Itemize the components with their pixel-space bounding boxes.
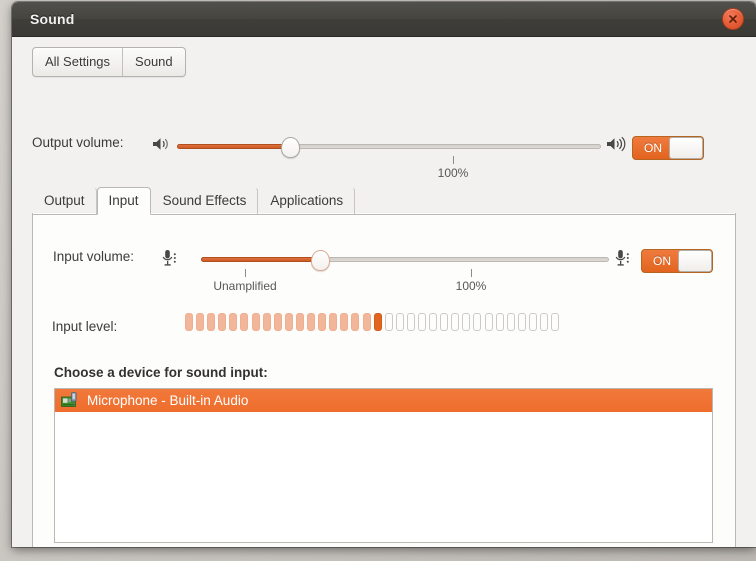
close-icon[interactable]	[722, 8, 744, 30]
tab-applications[interactable]: Applications	[258, 187, 356, 214]
sound-card-icon	[61, 392, 80, 409]
input-level-segment	[384, 313, 393, 331]
input-level-segment	[484, 313, 493, 331]
window-titlebar: Sound	[12, 2, 756, 37]
input-level-segment	[240, 313, 249, 331]
tab-input[interactable]: Input	[96, 187, 151, 215]
input-level-segment	[262, 313, 271, 331]
window-title: Sound	[30, 11, 75, 27]
input-level-segment	[406, 313, 415, 331]
input-level-segment	[462, 313, 471, 331]
input-level-meter	[185, 313, 560, 331]
input-level-segment	[196, 313, 205, 331]
input-level-segment	[395, 313, 404, 331]
input-level-segment	[329, 313, 338, 331]
microphone-high-icon	[614, 249, 634, 270]
input-level-segment	[373, 313, 382, 331]
breadcrumb-sound[interactable]: Sound	[122, 48, 185, 76]
input-level-segment	[218, 313, 227, 331]
device-list-item-microphone[interactable]: Microphone - Built-in Audio	[55, 389, 712, 412]
sound-notebook: Output Input Sound Effects Applications …	[32, 187, 736, 547]
input-level-segment	[207, 313, 216, 331]
input-tab-panel: Input volume: Unamplified 100% ON Input …	[32, 213, 736, 547]
input-slider-tick-unamplified	[245, 269, 246, 277]
input-slider-knob[interactable]	[311, 250, 330, 271]
input-level-segment	[295, 313, 304, 331]
input-level-segment	[540, 313, 548, 331]
input-slider-fill	[201, 257, 319, 262]
input-level-segment	[417, 313, 426, 331]
input-level-segment	[307, 313, 316, 331]
input-level-label: Input level:	[52, 319, 118, 334]
input-level-segment	[251, 313, 260, 331]
input-level-segment	[473, 313, 482, 331]
output-volume-toggle[interactable]: ON	[632, 136, 704, 160]
input-level-segment	[440, 313, 449, 331]
output-slider-tick-label: 100%	[437, 166, 469, 180]
breadcrumb-all-settings[interactable]: All Settings	[33, 48, 122, 76]
input-level-segment	[506, 313, 515, 331]
input-volume-row: Input volume: Unamplified 100% ON	[33, 241, 735, 293]
device-chooser-label: Choose a device for sound input:	[54, 365, 268, 380]
input-level-segment	[362, 313, 371, 331]
input-level-segment	[229, 313, 238, 331]
output-slider-fill	[177, 144, 289, 149]
output-toggle-label: ON	[644, 141, 662, 155]
input-level-segment	[551, 313, 560, 331]
close-x-glyph	[729, 15, 737, 23]
input-level-segment	[495, 313, 504, 331]
window-body: All Settings Sound Output volume: 100% O…	[12, 37, 756, 547]
breadcrumb: All Settings Sound	[32, 47, 186, 77]
input-level-segment	[273, 313, 282, 331]
input-level-segment	[517, 313, 526, 331]
input-volume-toggle[interactable]: ON	[641, 249, 713, 273]
input-toggle-label: ON	[653, 254, 671, 268]
input-level-segment	[451, 313, 460, 331]
input-volume-label: Input volume:	[53, 249, 135, 264]
input-level-segment	[528, 313, 537, 331]
tab-output[interactable]: Output	[32, 187, 97, 214]
output-slider-tick	[453, 156, 454, 164]
input-level-segment	[340, 313, 349, 331]
tab-strip: Output Input Sound Effects Applications	[32, 187, 736, 215]
input-level-segment	[429, 313, 438, 331]
input-slider-tick-100	[471, 269, 472, 277]
input-toggle-handle[interactable]	[678, 250, 712, 272]
input-slider-tick-label-100: 100%	[455, 279, 487, 293]
output-volume-label: Output volume:	[32, 135, 124, 150]
input-level-segment	[284, 313, 293, 331]
input-level-segment	[318, 313, 327, 331]
sound-settings-window: Sound All Settings Sound Output volume:	[12, 2, 756, 547]
speaker-low-icon	[152, 136, 172, 155]
output-slider-knob[interactable]	[281, 137, 300, 158]
output-volume-row: Output volume: 100% ON	[12, 127, 756, 180]
input-slider-tick-label-unamplified: Unamplified	[213, 279, 277, 293]
speaker-high-icon	[606, 136, 628, 155]
input-level-segment	[351, 313, 360, 331]
device-list[interactable]: Microphone - Built-in Audio	[54, 388, 713, 543]
output-toggle-handle[interactable]	[669, 137, 703, 159]
input-level-segment	[185, 313, 193, 331]
tab-sound-effects[interactable]: Sound Effects	[151, 187, 259, 214]
microphone-low-icon	[161, 249, 181, 270]
device-name: Microphone - Built-in Audio	[87, 393, 249, 408]
